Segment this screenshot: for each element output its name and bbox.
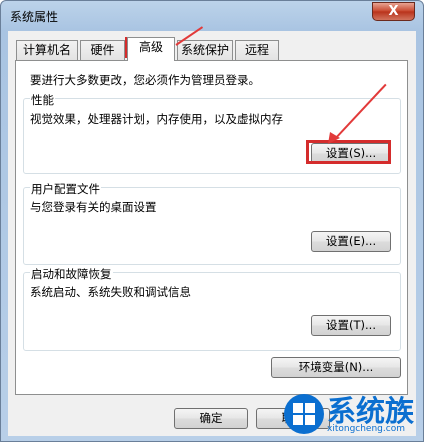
performance-title: 性能 <box>30 92 55 108</box>
tab-computer-name[interactable]: 计算机名 <box>16 40 78 60</box>
tab-hardware[interactable]: 硬件 <box>80 40 125 60</box>
watermark: 系统族 xitongcheng.com <box>275 387 424 442</box>
watermark-logo-icon <box>284 394 324 434</box>
admin-notice: 要进行大多数更改，您必须作为管理员登录。 <box>30 73 260 87</box>
tab-system-protection[interactable]: 系统保护 <box>177 40 233 60</box>
advanced-tab-panel: 要进行大多数更改，您必须作为管理员登录。 性能 视觉效果，处理器计划，内存使用，… <box>15 60 408 395</box>
user-profiles-settings-button[interactable]: 设置(E)... <box>311 231 391 252</box>
watermark-url: xitongcheng.com <box>327 424 405 434</box>
highlight-box-performance-settings <box>306 140 391 164</box>
system-properties-window: 系统属性 X 计算机名 硬件 高级 系统保护 远程 要进行大多数更改，您必须作为… <box>0 0 424 442</box>
startup-recovery-desc: 系统启动、系统失败和调试信息 <box>30 285 191 299</box>
user-profiles-desc: 与您登录有关的桌面设置 <box>30 200 157 214</box>
title-bar[interactable]: 系统属性 X <box>1 1 423 31</box>
close-button[interactable]: X <box>372 2 415 21</box>
environment-variables-button[interactable]: 环境变量(N)... <box>271 357 401 378</box>
startup-recovery-settings-button[interactable]: 设置(T)... <box>311 315 391 336</box>
startup-recovery-title: 启动和故障恢复 <box>30 266 113 282</box>
dialog-client-area: 计算机名 硬件 高级 系统保护 远程 要进行大多数更改，您必须作为管理员登录。 … <box>8 31 416 436</box>
tab-remote[interactable]: 远程 <box>235 40 279 60</box>
annotation-arrowhead-icon <box>328 132 340 144</box>
window-title: 系统属性 <box>10 10 59 24</box>
tab-advanced[interactable]: 高级 <box>127 37 175 61</box>
performance-desc: 视觉效果，处理器计划，内存使用，以及虚拟内存 <box>30 112 283 126</box>
user-profiles-title: 用户配置文件 <box>30 181 101 197</box>
ok-button[interactable]: 确定 <box>174 408 248 429</box>
